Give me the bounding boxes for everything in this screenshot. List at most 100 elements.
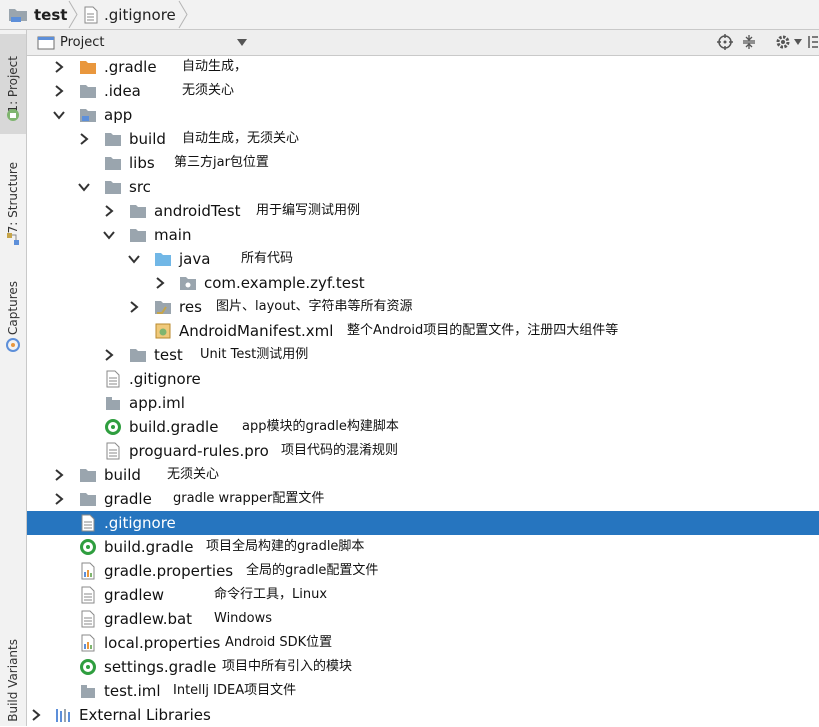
file-text-icon	[81, 610, 95, 628]
tree-item-test-dir[interactable]: test Unit Test测试用例	[27, 343, 819, 367]
tab-build-variants-label: Build Variants	[6, 638, 20, 722]
chevron-down-icon[interactable]	[237, 39, 247, 46]
hide-panel-icon[interactable]	[807, 34, 819, 50]
tree-item-note: app模块的gradle构建脚本	[242, 419, 399, 434]
tree-item-name: test.iml	[104, 682, 161, 700]
tree-item-main[interactable]: main	[27, 223, 819, 247]
tree-item-name: local.properties	[104, 634, 221, 652]
tree-item-name: androidTest	[154, 202, 241, 220]
tree-item-external-libraries[interactable]: External Libraries	[27, 703, 819, 727]
breadcrumb-project[interactable]: test	[8, 0, 67, 29]
chevron-down-icon[interactable]	[794, 39, 802, 45]
tree-item-libs[interactable]: libs 第三方jar包位置	[27, 151, 819, 175]
chevron-right-icon[interactable]	[52, 60, 66, 74]
structure-icon	[7, 233, 19, 245]
tab-build-variants[interactable]: Build Variants	[0, 635, 26, 725]
chevron-right-icon[interactable]	[102, 204, 116, 218]
properties-icon	[81, 562, 95, 580]
chevron-down-icon[interactable]	[127, 252, 141, 266]
tool-window-strip: 1: Project 7: Structure Captures Build V…	[0, 30, 27, 726]
tab-captures[interactable]: Captures	[0, 270, 26, 345]
tree-item-gradle-properties[interactable]: gradle.properties 全局的gradle配置文件	[27, 559, 819, 583]
file-text-icon	[84, 6, 98, 23]
tree-item-app-build[interactable]: build 自动生成，无须关心	[27, 127, 819, 151]
chevron-right-icon[interactable]	[52, 468, 66, 482]
tree-item-manifest[interactable]: AndroidManifest.xml 整个Android项目的配置文件，注册四…	[27, 319, 819, 343]
tree-item-app-gitignore[interactable]: .gitignore	[27, 367, 819, 391]
tree-item-name: proguard-rules.pro	[129, 442, 269, 460]
chevron-right-icon[interactable]	[102, 348, 116, 362]
chevron-down-icon[interactable]	[52, 108, 66, 122]
tree-item-test-iml[interactable]: test.iml Intellj IDEA项目文件	[27, 679, 819, 703]
tree-item-res[interactable]: res 图片、layout、字符串等所有资源	[27, 295, 819, 319]
tree-item-name: com.example.zyf.test	[204, 274, 365, 292]
folder-orange-icon	[80, 61, 96, 74]
chevron-right-icon[interactable]	[29, 708, 43, 722]
tree-item-note: 第三方jar包位置	[174, 155, 269, 170]
chevron-right-icon[interactable]	[77, 132, 91, 146]
tab-structure[interactable]: 7: Structure	[0, 150, 26, 245]
view-mode-label: Project	[60, 35, 105, 50]
tree-item-name: java	[179, 250, 211, 268]
tree-item-gradlew[interactable]: gradlew 命令行工具，Linux	[27, 583, 819, 607]
tree-item-name: .gradle	[104, 58, 157, 76]
folder-icon	[80, 493, 96, 506]
folder-icon	[105, 157, 121, 170]
tree-item-androidtest[interactable]: androidTest 用于编写测试用例	[27, 199, 819, 223]
tree-item-note: 项目中所有引入的模块	[222, 659, 353, 674]
chevron-down-icon[interactable]	[77, 180, 91, 194]
tree-item-gradle-wrapper[interactable]: gradle gradle wrapper配置文件	[27, 487, 819, 511]
tree-item-name: AndroidManifest.xml	[179, 322, 334, 340]
tree-item-note: 自动生成，	[182, 59, 248, 74]
locate-icon[interactable]	[717, 34, 733, 50]
collapse-all-icon[interactable]	[741, 34, 757, 50]
file-text-icon	[81, 586, 95, 604]
tree-item-name: build.gradle	[129, 418, 219, 436]
properties-icon	[81, 634, 95, 652]
folder-source-icon	[155, 253, 171, 266]
view-mode-selector[interactable]: Project	[60, 30, 104, 55]
tree-item-app-iml[interactable]: app.iml	[27, 391, 819, 415]
tree-item-name: build	[104, 466, 141, 484]
folder-icon	[130, 205, 146, 218]
folder-icon	[130, 349, 146, 362]
tree-item-app[interactable]: app	[27, 103, 819, 127]
tree-item-idea[interactable]: .idea 无须关心	[27, 79, 819, 103]
tree-item-note: 项目代码的混淆规则	[281, 443, 399, 458]
tree-item-name: gradlew.bat	[104, 610, 193, 628]
chevron-right-icon[interactable]	[153, 276, 167, 290]
gradle-icon	[80, 539, 96, 555]
breadcrumb-project-label: test	[34, 5, 68, 24]
folder-icon	[80, 85, 96, 98]
tree-item-gradle-dir[interactable]: .gradle 自动生成，	[27, 55, 819, 79]
tree-item-app-build-gradle[interactable]: build.gradle app模块的gradle构建脚本	[27, 415, 819, 439]
tree-item-name: .gitignore	[104, 514, 176, 532]
tree-item-gradlew-bat[interactable]: gradlew.bat Windows	[27, 607, 819, 631]
tree-item-root-gitignore[interactable]: .gitignore	[27, 511, 819, 535]
breadcrumb-file[interactable]: .gitignore	[84, 0, 176, 29]
tab-project-label: 1: Project	[6, 55, 20, 113]
tree-item-note: Intellj IDEA项目文件	[173, 683, 297, 698]
module-file-icon	[106, 397, 120, 410]
file-text-icon	[106, 442, 120, 460]
tree-item-note: Unit Test测试用例	[200, 347, 309, 362]
chevron-down-icon[interactable]	[102, 228, 116, 242]
tree-item-src[interactable]: src	[27, 175, 819, 199]
chevron-right-icon[interactable]	[52, 492, 66, 506]
tree-item-note: 自动生成，无须关心	[182, 131, 300, 146]
tree-item-package[interactable]: com.example.zyf.test	[27, 271, 819, 295]
tree-item-name: test	[154, 346, 183, 364]
tree-item-java[interactable]: java 所有代码	[27, 247, 819, 271]
camera-icon	[6, 338, 20, 352]
tree-item-local-properties[interactable]: local.properties Android SDK位置	[27, 631, 819, 655]
tree-item-root-build-gradle[interactable]: build.gradle 项目全局构建的gradle脚本	[27, 535, 819, 559]
tree-item-proguard[interactable]: proguard-rules.pro 项目代码的混淆规则	[27, 439, 819, 463]
folder-icon	[105, 133, 121, 146]
chevron-right-icon[interactable]	[52, 84, 66, 98]
tree-item-settings-gradle[interactable]: settings.gradle 项目中所有引入的模块	[27, 655, 819, 679]
tree-item-root-build[interactable]: build 无须关心	[27, 463, 819, 487]
gear-icon[interactable]	[775, 34, 791, 50]
chevron-right-icon[interactable]	[127, 300, 141, 314]
tree-item-note: 命令行工具，Linux	[214, 587, 328, 602]
breadcrumb-file-label: .gitignore	[104, 5, 176, 24]
